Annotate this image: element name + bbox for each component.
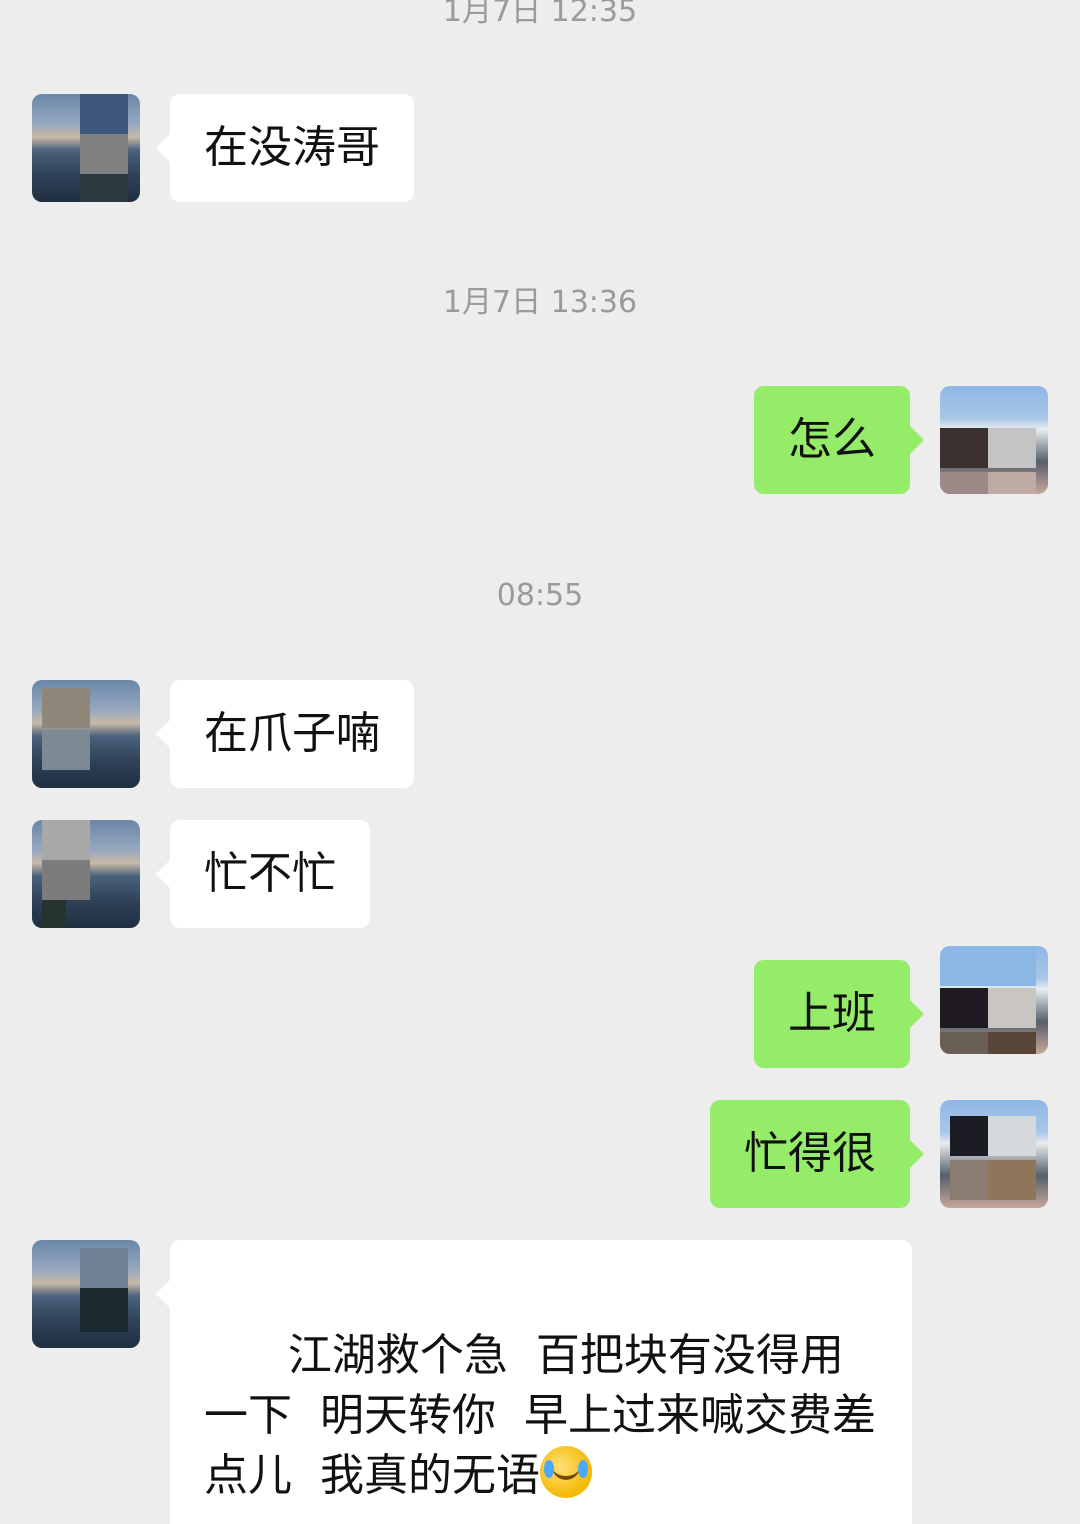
avatar-mosaic (988, 1032, 1036, 1054)
timestamp: 08:55 (496, 578, 584, 613)
incoming-message-bubble[interactable]: 江湖救个急 百把块有没得用一下 明天转你 早上过来喊交费差点儿 我真的无语 (156, 1240, 912, 1524)
contact-avatar[interactable] (32, 680, 140, 788)
incoming-message-bubble[interactable]: 在爪子喃 (156, 680, 414, 788)
avatar-mosaic (940, 472, 988, 494)
laughing-crying-emoji-icon (539, 1446, 592, 1498)
avatar-mosaic (940, 946, 988, 986)
message-row: 在没涛哥 (0, 94, 1080, 202)
incoming-message-bubble[interactable]: 忙不忙 (156, 820, 370, 928)
message-row: 忙得很 (0, 1100, 1080, 1208)
my-avatar[interactable] (940, 946, 1048, 1054)
my-avatar[interactable] (940, 386, 1048, 494)
message-row: 上班 (0, 946, 1080, 1068)
contact-avatar[interactable] (32, 820, 140, 928)
timestamp: 1月7日 13:36 (442, 285, 638, 320)
outgoing-message-bubble[interactable]: 忙得很 (710, 1100, 924, 1208)
chat-window: 1月7日 12:35 在没涛哥 1月7日 13:36 怎么 08:55 在爪子喃 (0, 0, 1080, 1524)
message-row: 忙不忙 (0, 820, 1080, 928)
message-row: 江湖救个急 百把块有没得用一下 明天转你 早上过来喊交费差点儿 我真的无语 (0, 1240, 1080, 1524)
avatar-mosaic (42, 688, 90, 728)
avatar-mosaic (42, 730, 90, 770)
avatar-mosaic (80, 1288, 128, 1332)
avatar-mosaic (988, 1116, 1036, 1156)
avatar-mosaic (988, 428, 1036, 468)
avatar-mosaic (988, 472, 1036, 494)
avatar-mosaic (42, 900, 66, 928)
avatar-mosaic (940, 988, 988, 1028)
message-row: 怎么 (0, 386, 1080, 494)
avatar-mosaic (988, 1160, 1036, 1200)
avatar-mosaic (42, 820, 90, 860)
avatar-mosaic (42, 860, 90, 900)
avatar-mosaic (80, 174, 128, 202)
outgoing-message-bubble[interactable]: 怎么 (754, 386, 924, 494)
contact-avatar[interactable] (32, 94, 140, 202)
avatar-mosaic (80, 134, 128, 174)
contact-avatar[interactable] (32, 1240, 140, 1348)
avatar-mosaic (940, 1032, 988, 1054)
avatar-mosaic (988, 946, 1036, 986)
avatar-mosaic (80, 94, 128, 134)
message-row: 在爪子喃 (0, 680, 1080, 788)
incoming-message-bubble[interactable]: 在没涛哥 (156, 94, 414, 202)
timestamp: 1月7日 12:35 (442, 0, 638, 29)
avatar-mosaic (80, 1248, 128, 1288)
outgoing-message-bubble[interactable]: 上班 (754, 960, 924, 1068)
my-avatar[interactable] (940, 1100, 1048, 1208)
avatar-mosaic (988, 988, 1036, 1028)
avatar-mosaic (940, 428, 988, 468)
